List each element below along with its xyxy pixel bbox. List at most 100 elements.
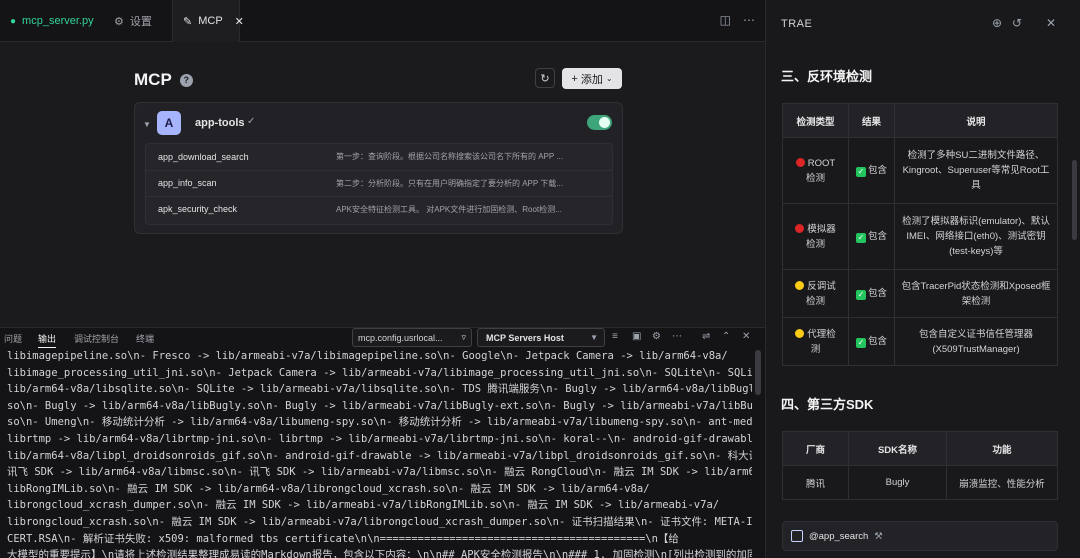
collapse-chevron-icon[interactable]: ▼ — [143, 120, 151, 129]
output-channel-select[interactable]: MCP Servers Host ▼ — [477, 328, 605, 347]
close-icon[interactable]: ✕ — [1046, 16, 1056, 30]
detection-type-text: ROOT — [807, 157, 836, 169]
log-line: lib/arm64-v8a/libpl_droidsonroids_gif.so… — [7, 449, 752, 462]
table-header: 结果 — [848, 103, 895, 138]
new-chat-icon[interactable]: ⊕ — [992, 16, 1002, 30]
detection-type: 代理检测 — [782, 317, 849, 366]
log-line: 讯飞 SDK -> lib/arm64-v8a/libmsc.so\n- 讯飞 … — [7, 466, 752, 479]
check-icon: ✓ — [855, 290, 866, 300]
log-line: libimage_processing_util_jni.so\n- Jetpa… — [7, 366, 752, 379]
tool-name: app_download_search — [158, 151, 249, 162]
log-line: librongcloud_xcrash_dumper.so\n- 融云 IM S… — [7, 499, 720, 512]
output-log: libimagepipeline.so\n- Fresco -> lib/arm… — [7, 348, 752, 558]
chat-scrollbar[interactable] — [1072, 160, 1077, 240]
split-editor-icon[interactable]: ◫ — [720, 13, 731, 27]
server-name: app-tools — [195, 117, 245, 129]
chevron-up-icon[interactable]: ⌃ — [722, 331, 730, 342]
history-icon[interactable]: ↺ — [1012, 16, 1022, 30]
tab-settings[interactable]: ⚙ 设置 — [104, 0, 162, 42]
detection-result: ✓ 包含 — [848, 203, 895, 270]
mcp-page: MCP ? ↻ + 添加 ⌄ ▼ A app-tools ✓ app_downl… — [0, 42, 765, 327]
section-heading-sdk: 四、第三方SDK — [781, 397, 874, 412]
refresh-icon: ↻ — [540, 72, 550, 85]
detection-type-text: 反调试 — [807, 280, 836, 292]
add-button-label: 添加 — [580, 73, 603, 86]
output-filter-input[interactable]: mcp.config.usrlocal... ▿ — [352, 328, 472, 347]
server-avatar: A — [157, 111, 181, 135]
table-header: 说明 — [894, 103, 1058, 138]
sdk-table: 厂商 SDK名称 功能 腾讯 Bugly 崩溃监控、性能分析 — [782, 431, 1058, 500]
status-dot-icon — [795, 328, 805, 338]
detection-desc: 检测了模拟器标识(emulator)、默认IMEI、网络接口(eth0)、测试密… — [894, 203, 1058, 270]
tab-problems[interactable]: 问题 — [4, 332, 22, 345]
tab-mcp[interactable]: ✎ MCP ✕ — [172, 0, 244, 42]
output-filter-value: mcp.config.usrlocal... — [358, 332, 443, 343]
detection-result-text: 包含 — [867, 165, 887, 176]
status-dot-icon — [795, 280, 805, 290]
tool-row[interactable]: app_info_scan 第二步：分析阶段。只有在用户明确指定了要分析的 AP… — [146, 170, 612, 195]
terminal-icon — [791, 530, 803, 542]
close-panel-icon[interactable]: ✕ — [742, 331, 750, 342]
chevron-down-icon: ⌄ — [605, 74, 613, 83]
detection-type: 反调试 检测 — [782, 269, 849, 318]
detection-result-text: 包含 — [867, 288, 887, 299]
log-line: so\n- Bugly -> lib/arm64-v8a/libBugly.so… — [7, 399, 752, 412]
log-line: libRongIMLib.so\n- 融云 IM SDK -> lib/arm6… — [7, 482, 650, 495]
more-icon[interactable]: ⋯ — [743, 13, 755, 27]
check-icon: ✓ — [855, 338, 866, 348]
tool-name: app_info_scan — [158, 178, 217, 188]
section-heading-env: 三、反环境检测 — [781, 69, 873, 84]
table-row: 反调试 检测 ✓ 包含 包含TracerPid状态检测和Xposed框架检测 — [782, 269, 1058, 318]
page-title-text: MCP — [134, 70, 172, 89]
chat-panel-title: TRAE — [781, 18, 813, 30]
tool-row[interactable]: app_download_search 第一步：查询阶段。根据公司名称搜索该公司… — [146, 144, 612, 169]
tab-mcp-server-py[interactable]: ● mcp_server.py — [0, 0, 104, 42]
detection-desc: 检测了多种SU二进制文件路径、Kingroot、Superuser等常见Root… — [894, 137, 1058, 204]
tab-debug-console[interactable]: 调试控制台 — [74, 332, 119, 345]
log-line: librtmp -> lib/arm64-v8a/librtmp-jni.so\… — [7, 432, 752, 445]
detection-type-text: 代理检 — [807, 328, 836, 340]
tools-icon: ⚒ — [874, 530, 883, 542]
output-scrollbar[interactable] — [755, 350, 761, 395]
env-detection-table: 检测类型 结果 说明 ROOT 检测 ✓ 包含 检测了多种SU二进制文件路径、Kingr… — [782, 103, 1058, 366]
filter-icon: ▿ — [461, 332, 466, 342]
detection-type-text: 检测 — [805, 172, 825, 184]
refresh-button[interactable]: ↻ — [535, 68, 555, 88]
editor-tab-bar: ● mcp_server.py ⚙ 设置 ✎ MCP ✕ ◫ ⋯ — [0, 0, 765, 42]
lock-icon[interactable]: ▣ — [632, 331, 641, 342]
tool-description: APK安全特征检测工具。 对APK文件进行加固检测、Root检测... — [336, 204, 562, 214]
tool-description: 第一步：查询阶段。根据公司名称搜索该公司名下所有的 APP ... — [336, 152, 563, 161]
layout-icon[interactable]: ⇌ — [702, 331, 710, 342]
sdk-name: Bugly — [848, 465, 947, 500]
table-header: 检测类型 — [782, 103, 849, 138]
output-channel-value: MCP Servers Host — [486, 332, 564, 343]
detection-result: ✓ 包含 — [848, 317, 895, 366]
log-line: so\n- Umeng\n- 移动统计分析 -> lib/arm64-v8a/l… — [7, 416, 752, 429]
table-header: SDK名称 — [848, 431, 947, 466]
check-icon: ✓ — [855, 233, 866, 243]
add-button[interactable]: + 添加 ⌄ — [562, 68, 622, 89]
close-icon[interactable]: ✕ — [235, 15, 244, 28]
tool-row[interactable]: apk_security_check APK安全特征检测工具。 对APK文件进行… — [146, 196, 612, 221]
detection-type: ROOT 检测 — [782, 137, 849, 204]
detection-type-text: 检测 — [805, 295, 825, 307]
wrench-icon: ✎ — [183, 15, 193, 28]
help-icon[interactable]: ? — [179, 73, 193, 87]
more-icon[interactable]: ⋯ — [672, 331, 682, 342]
tab-output[interactable]: 输出 — [38, 332, 57, 348]
settings-icon[interactable]: ⚙ — [652, 331, 661, 342]
tab-label: mcp_server.py — [22, 15, 94, 27]
status-dot-icon — [795, 223, 805, 233]
server-enable-toggle[interactable] — [587, 115, 612, 130]
bottom-panel: 问题 输出 调试控制台 终端 mcp.config.usrlocal... ▿ … — [0, 327, 765, 558]
detection-result: ✓ 包含 — [848, 269, 895, 318]
log-line: CERT.RSA\n- 解析证书失败: x509: malformed tbs … — [7, 532, 679, 545]
table-header: 功能 — [946, 431, 1058, 466]
tool-name: apk_security_check — [158, 204, 238, 214]
tool-list: app_download_search 第一步：查询阶段。根据公司名称搜索该公司… — [145, 143, 613, 225]
clear-output-icon[interactable]: ≡ — [612, 331, 618, 342]
tool-call-chip[interactable]: @app_search ⚒ — [782, 521, 1058, 551]
plus-icon: + — [571, 72, 578, 85]
tab-terminal[interactable]: 终端 — [136, 332, 154, 345]
tool-call-label: @app_search — [809, 530, 869, 542]
